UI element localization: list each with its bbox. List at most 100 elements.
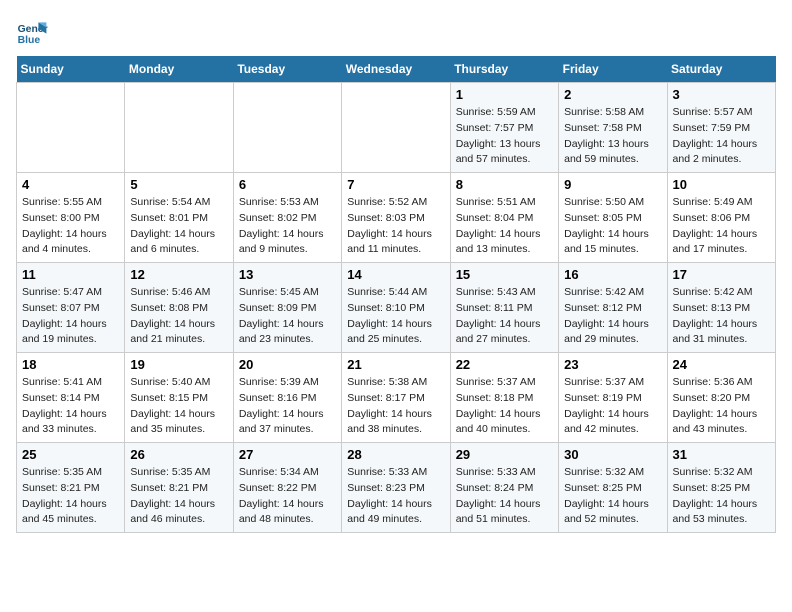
header-cell-sunday: Sunday: [17, 56, 125, 83]
day-info: Sunrise: 5:42 AMSunset: 8:12 PMDaylight:…: [564, 285, 661, 348]
day-info: Sunrise: 5:59 AMSunset: 7:57 PMDaylight:…: [456, 105, 553, 168]
day-info: Sunrise: 5:55 AMSunset: 8:00 PMDaylight:…: [22, 195, 119, 258]
day-number: 24: [673, 357, 770, 372]
header-cell-saturday: Saturday: [667, 56, 775, 83]
day-info: Sunrise: 5:42 AMSunset: 8:13 PMDaylight:…: [673, 285, 770, 348]
day-number: 28: [347, 447, 444, 462]
day-number: 17: [673, 267, 770, 282]
day-info: Sunrise: 5:33 AMSunset: 8:24 PMDaylight:…: [456, 465, 553, 528]
calendar-cell: 2 Sunrise: 5:58 AMSunset: 7:58 PMDaylight…: [559, 83, 667, 173]
day-number: 19: [130, 357, 227, 372]
calendar-cell: 29 Sunrise: 5:33 AMSunset: 8:24 PMDayligh…: [450, 443, 558, 533]
day-info: Sunrise: 5:44 AMSunset: 8:10 PMDaylight:…: [347, 285, 444, 348]
header-cell-tuesday: Tuesday: [233, 56, 341, 83]
day-info: Sunrise: 5:47 AMSunset: 8:07 PMDaylight:…: [22, 285, 119, 348]
day-info: Sunrise: 5:41 AMSunset: 8:14 PMDaylight:…: [22, 375, 119, 438]
calendar-cell: 17 Sunrise: 5:42 AMSunset: 8:13 PMDayligh…: [667, 263, 775, 353]
calendar-cell: 31 Sunrise: 5:32 AMSunset: 8:25 PMDayligh…: [667, 443, 775, 533]
day-info: Sunrise: 5:37 AMSunset: 8:19 PMDaylight:…: [564, 375, 661, 438]
calendar-cell: 3 Sunrise: 5:57 AMSunset: 7:59 PMDaylight…: [667, 83, 775, 173]
day-info: Sunrise: 5:39 AMSunset: 8:16 PMDaylight:…: [239, 375, 336, 438]
header: General Blue: [16, 16, 776, 48]
day-info: Sunrise: 5:32 AMSunset: 8:25 PMDaylight:…: [564, 465, 661, 528]
day-number: 10: [673, 177, 770, 192]
header-cell-monday: Monday: [125, 56, 233, 83]
day-number: 13: [239, 267, 336, 282]
calendar-cell: 9 Sunrise: 5:50 AMSunset: 8:05 PMDaylight…: [559, 173, 667, 263]
calendar-cell: 19 Sunrise: 5:40 AMSunset: 8:15 PMDayligh…: [125, 353, 233, 443]
day-number: 23: [564, 357, 661, 372]
calendar-cell: 8Sunrise: 5:51 AMSunset: 8:04 PMDaylight…: [450, 173, 558, 263]
day-info: Sunrise: 5:32 AMSunset: 8:25 PMDaylight:…: [673, 465, 770, 528]
logo-icon: General Blue: [16, 16, 48, 48]
day-number: 22: [456, 357, 553, 372]
calendar-week-5: 25 Sunrise: 5:35 AMSunset: 8:21 PMDayligh…: [17, 443, 776, 533]
day-number: 3: [673, 87, 770, 102]
calendar-cell: 22 Sunrise: 5:37 AMSunset: 8:18 PMDayligh…: [450, 353, 558, 443]
day-info: Sunrise: 5:38 AMSunset: 8:17 PMDaylight:…: [347, 375, 444, 438]
day-info: Sunrise: 5:50 AMSunset: 8:05 PMDaylight:…: [564, 195, 661, 258]
day-number: 5: [130, 177, 227, 192]
day-number: 16: [564, 267, 661, 282]
day-number: 12: [130, 267, 227, 282]
calendar-cell: 5 Sunrise: 5:54 AMSunset: 8:01 PMDaylight…: [125, 173, 233, 263]
calendar-cell: 13 Sunrise: 5:45 AMSunset: 8:09 PMDayligh…: [233, 263, 341, 353]
day-info: Sunrise: 5:45 AMSunset: 8:09 PMDaylight:…: [239, 285, 336, 348]
day-number: 2: [564, 87, 661, 102]
calendar-cell: 4 Sunrise: 5:55 AMSunset: 8:00 PMDaylight…: [17, 173, 125, 263]
day-info: Sunrise: 5:36 AMSunset: 8:20 PMDaylight:…: [673, 375, 770, 438]
day-number: 4: [22, 177, 119, 192]
day-number: 14: [347, 267, 444, 282]
calendar-cell: 27Sunrise: 5:34 AMSunset: 8:22 PMDayligh…: [233, 443, 341, 533]
day-info: Sunrise: 5:54 AMSunset: 8:01 PMDaylight:…: [130, 195, 227, 258]
day-number: 29: [456, 447, 553, 462]
day-info: Sunrise: 5:33 AMSunset: 8:23 PMDaylight:…: [347, 465, 444, 528]
calendar-cell: [342, 83, 450, 173]
header-cell-friday: Friday: [559, 56, 667, 83]
calendar-cell: 11 Sunrise: 5:47 AMSunset: 8:07 PMDayligh…: [17, 263, 125, 353]
calendar-week-1: 1Sunrise: 5:59 AMSunset: 7:57 PMDaylight…: [17, 83, 776, 173]
calendar-cell: 18Sunrise: 5:41 AMSunset: 8:14 PMDayligh…: [17, 353, 125, 443]
calendar-cell: [233, 83, 341, 173]
day-number: 9: [564, 177, 661, 192]
day-number: 31: [673, 447, 770, 462]
calendar-cell: 15 Sunrise: 5:43 AMSunset: 8:11 PMDayligh…: [450, 263, 558, 353]
day-number: 26: [130, 447, 227, 462]
day-number: 8: [456, 177, 553, 192]
calendar-cell: 28 Sunrise: 5:33 AMSunset: 8:23 PMDayligh…: [342, 443, 450, 533]
calendar-cell: 16 Sunrise: 5:42 AMSunset: 8:12 PMDayligh…: [559, 263, 667, 353]
day-info: Sunrise: 5:35 AMSunset: 8:21 PMDaylight:…: [22, 465, 119, 528]
day-number: 11: [22, 267, 119, 282]
calendar-cell: 12 Sunrise: 5:46 AMSunset: 8:08 PMDayligh…: [125, 263, 233, 353]
calendar-cell: 30 Sunrise: 5:32 AMSunset: 8:25 PMDayligh…: [559, 443, 667, 533]
header-cell-wednesday: Wednesday: [342, 56, 450, 83]
calendar-cell: 10Sunrise: 5:49 AMSunset: 8:06 PMDayligh…: [667, 173, 775, 263]
calendar-body: 1Sunrise: 5:59 AMSunset: 7:57 PMDaylight…: [17, 83, 776, 533]
header-row: SundayMondayTuesdayWednesdayThursdayFrid…: [17, 56, 776, 83]
calendar-cell: 6Sunrise: 5:53 AMSunset: 8:02 PMDaylight…: [233, 173, 341, 263]
calendar-header: SundayMondayTuesdayWednesdayThursdayFrid…: [17, 56, 776, 83]
day-number: 25: [22, 447, 119, 462]
header-cell-thursday: Thursday: [450, 56, 558, 83]
calendar-cell: 24 Sunrise: 5:36 AMSunset: 8:20 PMDayligh…: [667, 353, 775, 443]
calendar-table: SundayMondayTuesdayWednesdayThursdayFrid…: [16, 56, 776, 533]
day-info: Sunrise: 5:46 AMSunset: 8:08 PMDaylight:…: [130, 285, 227, 348]
day-info: Sunrise: 5:34 AMSunset: 8:22 PMDaylight:…: [239, 465, 336, 528]
day-info: Sunrise: 5:43 AMSunset: 8:11 PMDaylight:…: [456, 285, 553, 348]
day-number: 21: [347, 357, 444, 372]
day-number: 15: [456, 267, 553, 282]
calendar-cell: 25 Sunrise: 5:35 AMSunset: 8:21 PMDayligh…: [17, 443, 125, 533]
calendar-cell: [125, 83, 233, 173]
day-info: Sunrise: 5:37 AMSunset: 8:18 PMDaylight:…: [456, 375, 553, 438]
day-info: Sunrise: 5:57 AMSunset: 7:59 PMDaylight:…: [673, 105, 770, 168]
calendar-week-4: 18Sunrise: 5:41 AMSunset: 8:14 PMDayligh…: [17, 353, 776, 443]
calendar-cell: [17, 83, 125, 173]
calendar-cell: 26Sunrise: 5:35 AMSunset: 8:21 PMDayligh…: [125, 443, 233, 533]
calendar-cell: 1Sunrise: 5:59 AMSunset: 7:57 PMDaylight…: [450, 83, 558, 173]
svg-text:Blue: Blue: [18, 35, 41, 46]
day-info: Sunrise: 5:58 AMSunset: 7:58 PMDaylight:…: [564, 105, 661, 168]
day-number: 30: [564, 447, 661, 462]
calendar-cell: 21 Sunrise: 5:38 AMSunset: 8:17 PMDayligh…: [342, 353, 450, 443]
day-info: Sunrise: 5:40 AMSunset: 8:15 PMDaylight:…: [130, 375, 227, 438]
calendar-week-3: 11 Sunrise: 5:47 AMSunset: 8:07 PMDayligh…: [17, 263, 776, 353]
